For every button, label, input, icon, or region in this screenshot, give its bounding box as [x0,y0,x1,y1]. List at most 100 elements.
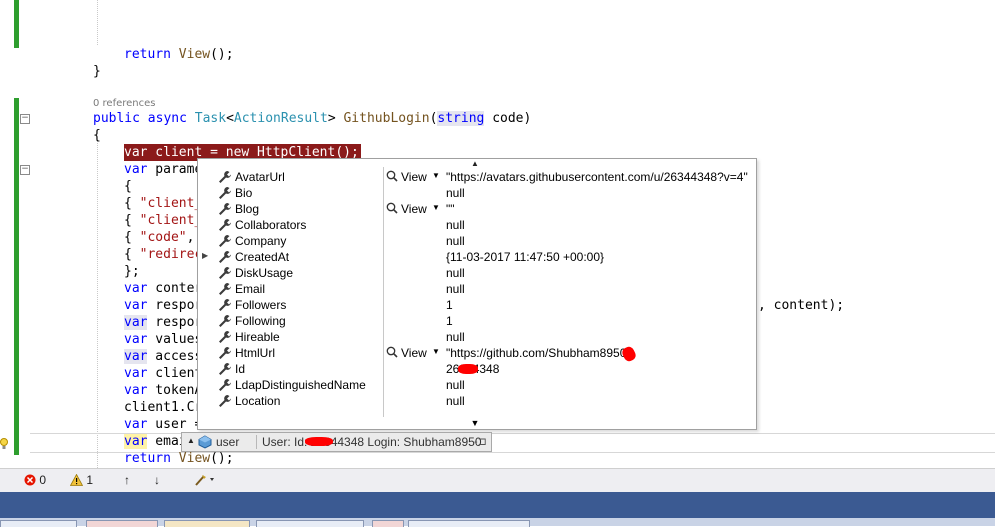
scroll-down-icon[interactable]: ▼ [470,418,480,428]
property-name: HtmlUrl [235,346,275,360]
property-name: Company [235,234,287,248]
datatip-row[interactable]: DiskUsage null [198,265,754,281]
code-line: { "code", [124,229,194,246]
code-text: respor [147,298,203,313]
property-wrench-icon [218,394,232,408]
next-issue-button[interactable]: ↓ [154,473,160,489]
collapse-toggle[interactable]: − [20,165,30,175]
datatip-row[interactable]: AvatarUrl View ▼ "https://avatars.githubuse… [198,169,754,185]
method-signature: public async Task<ActionResult> GithubLo… [93,110,531,127]
visualizer-dropdown[interactable]: View ▼ [386,169,446,185]
chevron-down-icon: ▼ [432,171,440,180]
datatip-row[interactable]: LdapDistinguishedName null [198,377,754,393]
expand-icon[interactable]: ▶ [202,251,208,260]
property-value[interactable]: "" [446,202,455,216]
keyword: var [124,332,148,347]
property-wrench-icon [218,186,232,200]
property-value[interactable]: null [446,378,465,392]
property-name: Hireable [235,330,280,344]
indent-guide [97,140,98,468]
property-value[interactable]: null [446,186,465,200]
property-value[interactable]: null [446,394,465,408]
property-value[interactable]: null [446,282,465,296]
property-name: Location [235,394,281,408]
code-text: } [93,64,101,79]
code-line: var respor [124,314,202,331]
code-line: var client [124,365,202,382]
code-cleanup-icon[interactable] [194,473,216,489]
keyword: return [124,47,171,62]
datatip-row[interactable]: Followers 1 [198,297,754,313]
datatip-row[interactable]: Collaborators null [198,217,754,233]
string-literal: "code" [139,230,187,245]
code-text: tokenA [147,383,203,398]
datatip-row[interactable]: Blog View ▼ "" [198,201,754,217]
pin-icon[interactable]: -⊐ [474,435,487,448]
datatip-popup[interactable]: ▲ AvatarUrl View ▼ "https://avatars.githubu… [197,158,757,430]
datatip-row[interactable]: Location null [198,393,754,409]
visualizer-dropdown[interactable]: View ▼ [386,345,446,361]
code-text: client [147,366,203,381]
warnings-indicator[interactable]: 1 [69,473,94,489]
visualizer-label: View [401,346,427,360]
chevron-down-icon: ▼ [432,203,440,212]
variable-datatip-header[interactable]: ▲ user User: Id: 26344348 Login: Shubham… [181,432,492,452]
magnifier-icon [386,346,398,358]
property-wrench-icon [218,330,232,344]
warning-count: 1 [86,473,94,487]
code-line: return View(); [124,46,234,63]
keyword: var [124,298,148,313]
expand-icon[interactable]: ▲ [187,436,195,445]
property-wrench-icon [218,266,232,280]
string-literal: "client_ [139,196,203,211]
property-value[interactable]: null [446,266,465,280]
datatip-row[interactable]: Bio null [198,185,754,201]
property-value[interactable]: 1 [446,314,453,328]
datatip-row[interactable]: Hireable null [198,329,754,345]
property-name: Id [235,362,246,376]
datatip-row[interactable]: Following 1 [198,313,754,329]
code-line: var access [124,348,202,365]
type-name: Task [194,111,227,126]
string-literal: "client_ [139,213,203,228]
property-value[interactable]: null [446,218,465,232]
local-variable-icon [198,435,212,449]
code-line: var emai [124,433,187,450]
code-line: var user = [124,416,202,433]
keyword: var [124,281,148,296]
code-text: code) [484,111,532,126]
collapse-toggle[interactable]: − [20,114,30,124]
keyword: var [124,417,148,432]
property-value[interactable]: "https://github.com/Shubham8950" [446,346,631,360]
property-value[interactable]: null [446,234,465,248]
chevron-down-icon: ▼ [432,347,440,356]
errors-indicator[interactable]: 0 [24,473,46,489]
property-name: DiskUsage [235,266,294,280]
datatip-row[interactable]: Company null [198,233,754,249]
property-wrench-icon [218,346,232,360]
variable-value: User: Id: 26344348 Login: Shubham8950 [262,435,482,449]
property-value[interactable]: 1 [446,298,453,312]
property-name: Followers [235,298,287,312]
scroll-up-icon[interactable]: ▲ [470,159,480,168]
error-icon [24,474,36,486]
code-text: values [147,332,203,347]
property-value[interactable]: "https://avatars.githubusercontent.com/u… [446,170,748,184]
property-value[interactable]: null [446,330,465,344]
property-value[interactable]: {11-03-2017 11:47:50 +00:00} [446,250,604,264]
property-wrench-icon [218,314,232,328]
datatip-row[interactable]: HtmlUrl View ▼ "https://github.com/Shubham8… [198,345,754,361]
datatip-row[interactable]: Email null [198,281,754,297]
datatip-row[interactable]: ▶ CreatedAt {11-03-2017 11:47:50 +00:00} [198,249,754,265]
type-name: ActionResult [233,111,328,126]
code-text: client1.Cr [124,400,203,415]
property-name: Collaborators [235,218,307,232]
lightbulb-icon[interactable] [0,435,8,449]
code-text: { [124,213,140,228]
visualizer-dropdown[interactable]: View ▼ [386,201,446,217]
code-text: user = [147,417,203,432]
previous-issue-button[interactable]: ↑ [124,473,130,489]
codelens-references[interactable]: 0 references [93,98,156,109]
code-text: > [327,111,336,126]
magnifier-icon [386,202,398,214]
